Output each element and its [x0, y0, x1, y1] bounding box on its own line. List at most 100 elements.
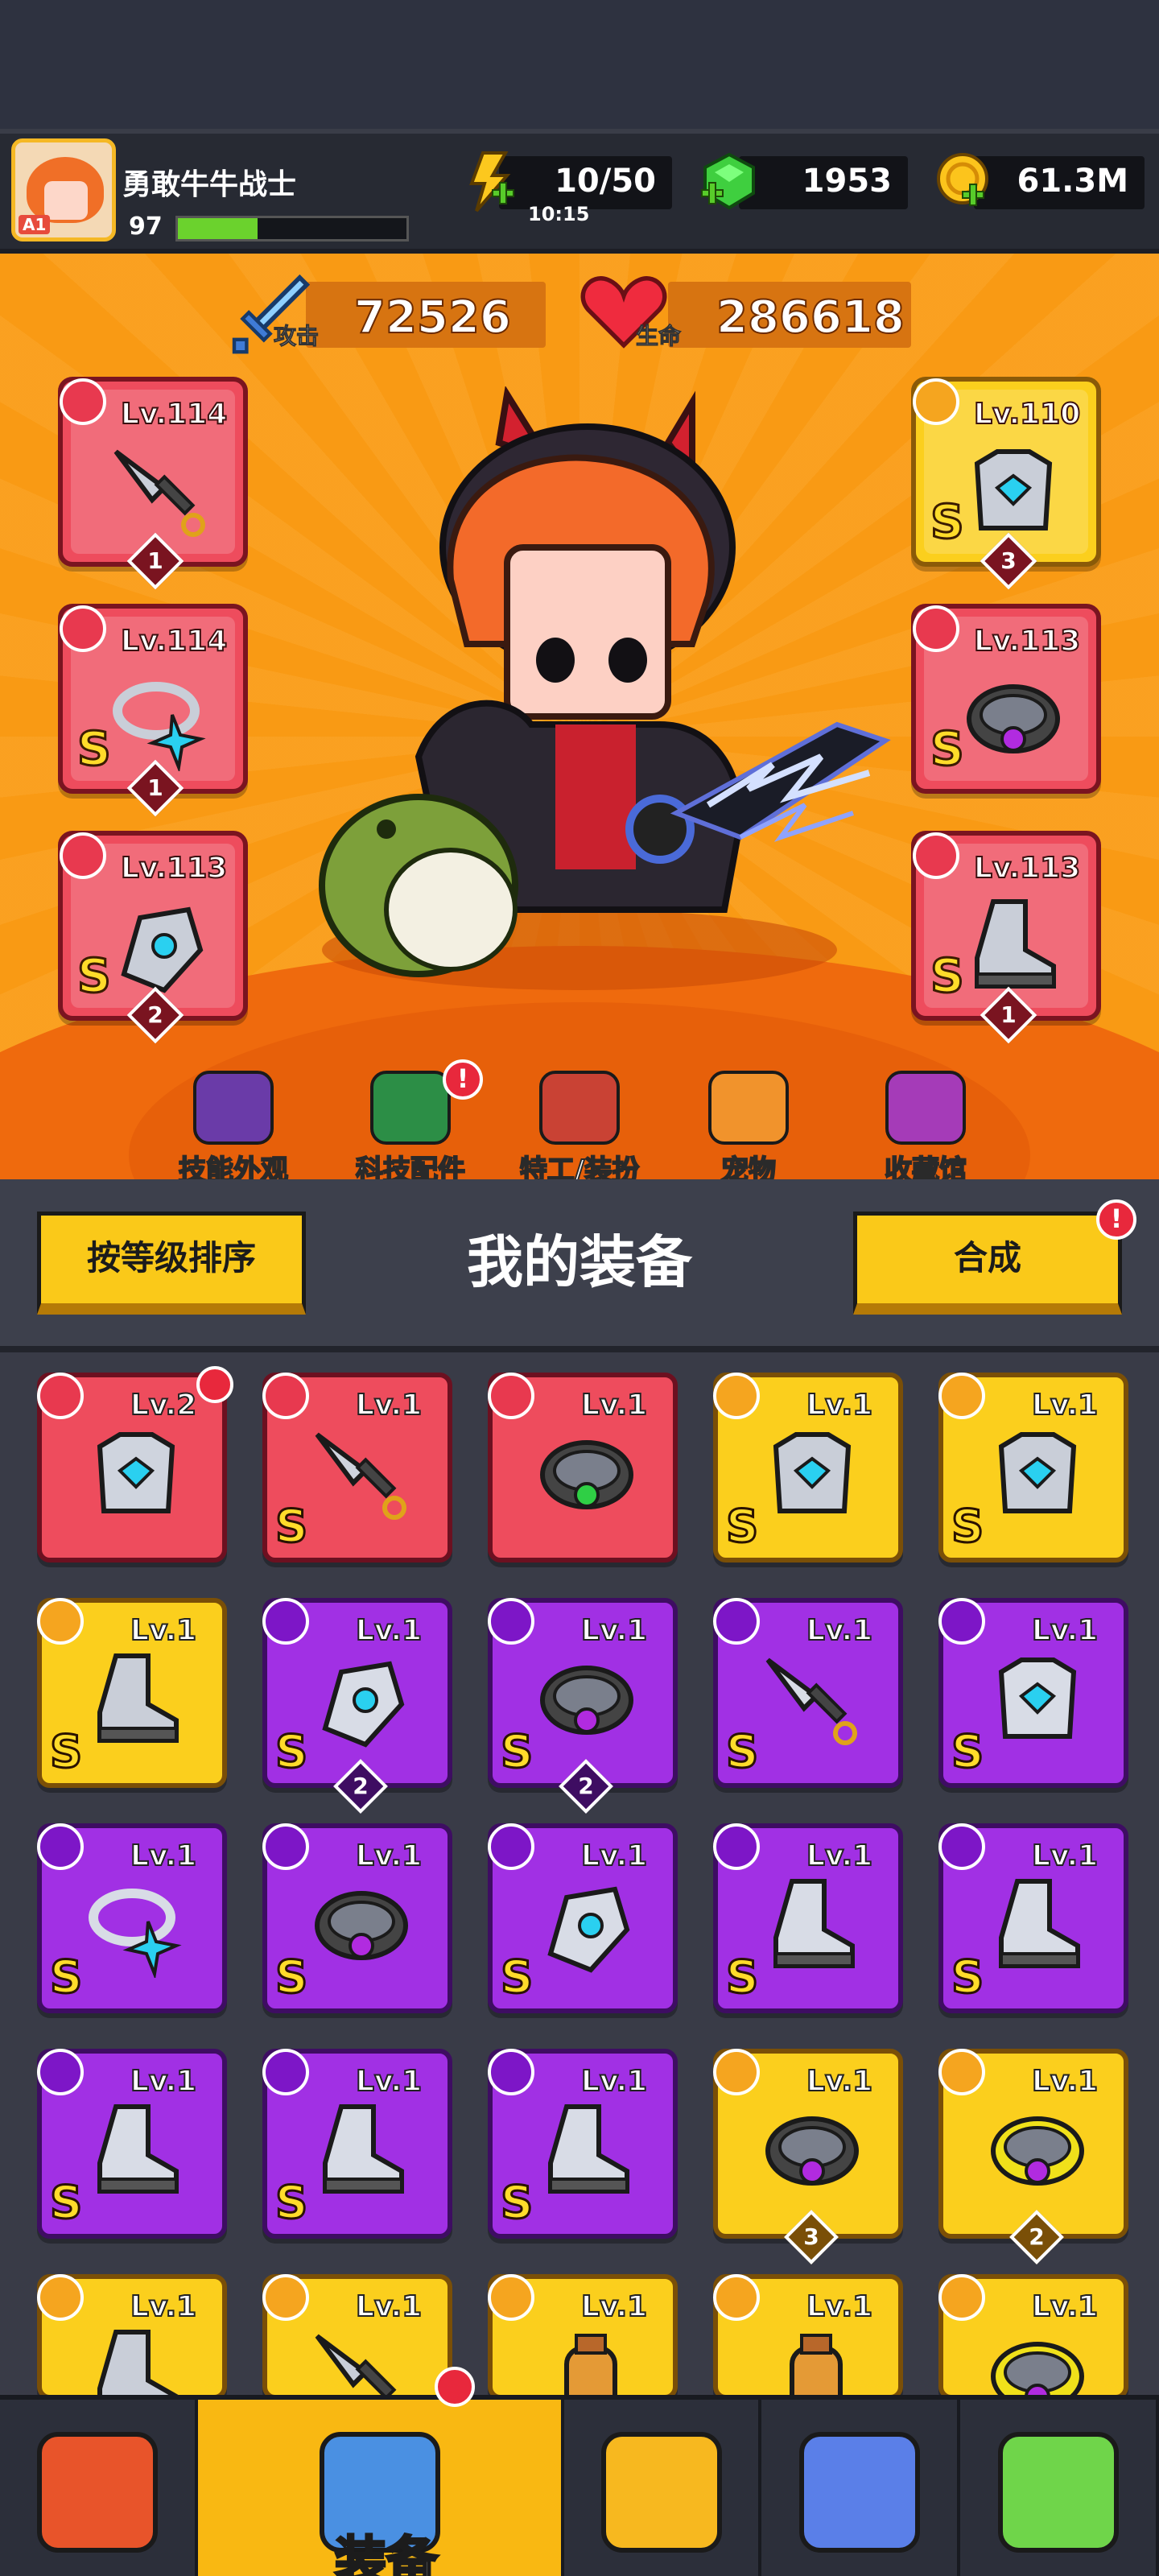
item-type-icon: [262, 2274, 309, 2321]
inventory-item[interactable]: Lv.1 S: [938, 1598, 1128, 1788]
item-level: Lv.1: [806, 2289, 873, 2324]
item-rank: S: [950, 1725, 984, 1780]
star-count: 3: [1000, 547, 1017, 574]
star-count: 1: [147, 547, 163, 574]
spiked-collar-icon: [985, 2099, 1090, 2203]
slot-level: Lv.114: [120, 397, 228, 431]
inventory-item[interactable]: Lv.1 S: [713, 1373, 903, 1563]
nav-battle[interactable]: [564, 2400, 761, 2576]
equipped-slot-weapon[interactable]: Lv.114 1: [58, 377, 248, 590]
inventory-item[interactable]: Lv.1 2: [938, 2049, 1128, 2264]
inventory-item[interactable]: Lv.1: [713, 2274, 903, 2423]
equipped-slot-armor[interactable]: Lv.110 S 3: [911, 377, 1101, 590]
item-level: Lv.1: [1031, 2064, 1099, 2099]
inventory-item[interactable]: Lv.1 S 2: [262, 1598, 452, 1814]
inventory-item[interactable]: Lv.1: [938, 2274, 1128, 2411]
item-type-icon: [262, 1823, 309, 1870]
inventory-item[interactable]: Lv.1 S: [262, 1373, 452, 1563]
item-rank: S: [950, 1951, 984, 2005]
item-level: Lv.1: [1031, 2289, 1099, 2324]
merge-alert-icon: !: [1096, 1199, 1136, 1240]
slot-type-icon: [60, 832, 106, 879]
inventory-item[interactable]: Lv.1 S: [713, 1823, 903, 2013]
emerald-ring-icon: [534, 1422, 639, 1527]
inventory-item[interactable]: Lv.2: [37, 1366, 233, 1563]
item-level: Lv.1: [580, 2064, 648, 2099]
sort-by-level-button[interactable]: 按等级排序: [37, 1212, 306, 1315]
inventory-item[interactable]: Lv.1 S: [938, 1823, 1128, 2013]
hero-tab-0[interactable]: 技能外观: [153, 1071, 314, 1187]
equipped-slot-gloves[interactable]: Lv.113 S 2: [58, 831, 248, 1044]
status-bar-area: [0, 0, 1159, 129]
health-stat: 生命 286618: [580, 276, 911, 350]
gem-counter[interactable]: 1953: [701, 152, 908, 210]
nav-talent[interactable]: [761, 2400, 960, 2576]
inventory-item[interactable]: Lv.1 S: [488, 1823, 678, 2013]
inventory-item[interactable]: Lv.1: [488, 2274, 678, 2423]
inventory-item[interactable]: Lv.1: [488, 1373, 678, 1563]
player-avatar[interactable]: A1: [11, 138, 116, 242]
item-type-icon: [488, 1598, 534, 1645]
item-level: Lv.2: [130, 1388, 197, 1422]
star-necklace-icon: [108, 667, 208, 774]
orb-gauntlet-icon: [309, 1648, 414, 1752]
orb-belt-icon: [961, 667, 1061, 763]
blade-gauntlet-icon: [534, 1873, 639, 1978]
nav-shop[interactable]: [0, 2400, 198, 2576]
hero-tab-3[interactable]: 宠物: [668, 1071, 829, 1187]
item-type-icon: [488, 2274, 534, 2321]
slot-type-icon: [913, 832, 959, 879]
slot-type-icon: [913, 378, 959, 425]
slot-type-icon: [913, 605, 959, 652]
inventory-item[interactable]: Lv.1 S: [713, 1598, 903, 1788]
item-level: Lv.1: [806, 1388, 873, 1422]
gem-value: 1953: [802, 163, 892, 200]
equipped-slot-belt[interactable]: Lv.113 S: [911, 604, 1101, 794]
dna-capsule-icon: [997, 2432, 1119, 2553]
item-rank: S: [499, 2176, 534, 2231]
star-count: 3: [803, 2223, 819, 2250]
item-rank: S: [48, 2176, 83, 2231]
item-type-icon: [713, 2274, 760, 2321]
inventory-item[interactable]: Lv.1 S: [37, 1598, 227, 1788]
star-orb-icon: [798, 2432, 920, 2553]
inventory-item[interactable]: Lv.1 S: [37, 2049, 227, 2239]
inventory-item[interactable]: Lv.1 3: [713, 2049, 903, 2264]
energy-counter[interactable]: 10/50 10:15: [469, 151, 672, 225]
equipped-slot-necklace[interactable]: Lv.114 S 1: [58, 604, 248, 817]
item-rank: S: [274, 1500, 308, 1554]
attack-label: 攻击: [273, 323, 320, 350]
inventory-item[interactable]: Lv.1 S: [262, 2049, 452, 2239]
orb-belt-icon: [534, 1648, 639, 1752]
item-type-icon: [488, 1823, 534, 1870]
energy-value: 10/50: [555, 163, 656, 200]
item-type-icon: [938, 1373, 985, 1419]
item-type-icon: [37, 2049, 84, 2095]
slot-rank: S: [76, 720, 113, 778]
nav-evolve[interactable]: [960, 2400, 1159, 2576]
hero-character[interactable]: [290, 386, 909, 1014]
inventory-item[interactable]: Lv.1 S: [488, 2049, 678, 2239]
item-type-icon: [488, 1373, 534, 1419]
hero-tab-2[interactable]: 特工/装扮: [499, 1071, 660, 1187]
equipped-slot-boots[interactable]: Lv.113 S 1: [911, 831, 1101, 1044]
dark-armor-icon: [985, 1422, 1090, 1527]
merge-button[interactable]: 合成: [853, 1212, 1122, 1315]
hero-tab-1[interactable]: 科技配件 !: [330, 1059, 491, 1187]
energy-timer: 10:15: [528, 203, 590, 225]
inventory-item[interactable]: Lv.1: [37, 2274, 227, 2419]
nav-alert-icon: [435, 2367, 475, 2407]
hero-tab-4[interactable]: 收藏馆: [845, 1071, 1006, 1187]
inventory-item[interactable]: Lv.1 S: [938, 1373, 1128, 1563]
slot-level: Lv.113: [973, 851, 1081, 886]
coin-counter[interactable]: 61.3M: [937, 153, 1145, 209]
inventory-item[interactable]: Lv.1 S: [262, 1823, 452, 2013]
item-type-icon: [713, 1373, 760, 1419]
inventory-item[interactable]: Lv.1 S 2: [488, 1598, 678, 1814]
silver-boots-icon: [534, 2099, 639, 2203]
coin-value: 61.3M: [1017, 163, 1129, 200]
item-level: Lv.1: [1031, 1388, 1099, 1422]
item-level: Lv.1: [806, 2064, 873, 2099]
inventory-item[interactable]: Lv.1 S: [37, 1823, 227, 2013]
inventory-item[interactable]: Lv.1: [262, 2274, 452, 2421]
